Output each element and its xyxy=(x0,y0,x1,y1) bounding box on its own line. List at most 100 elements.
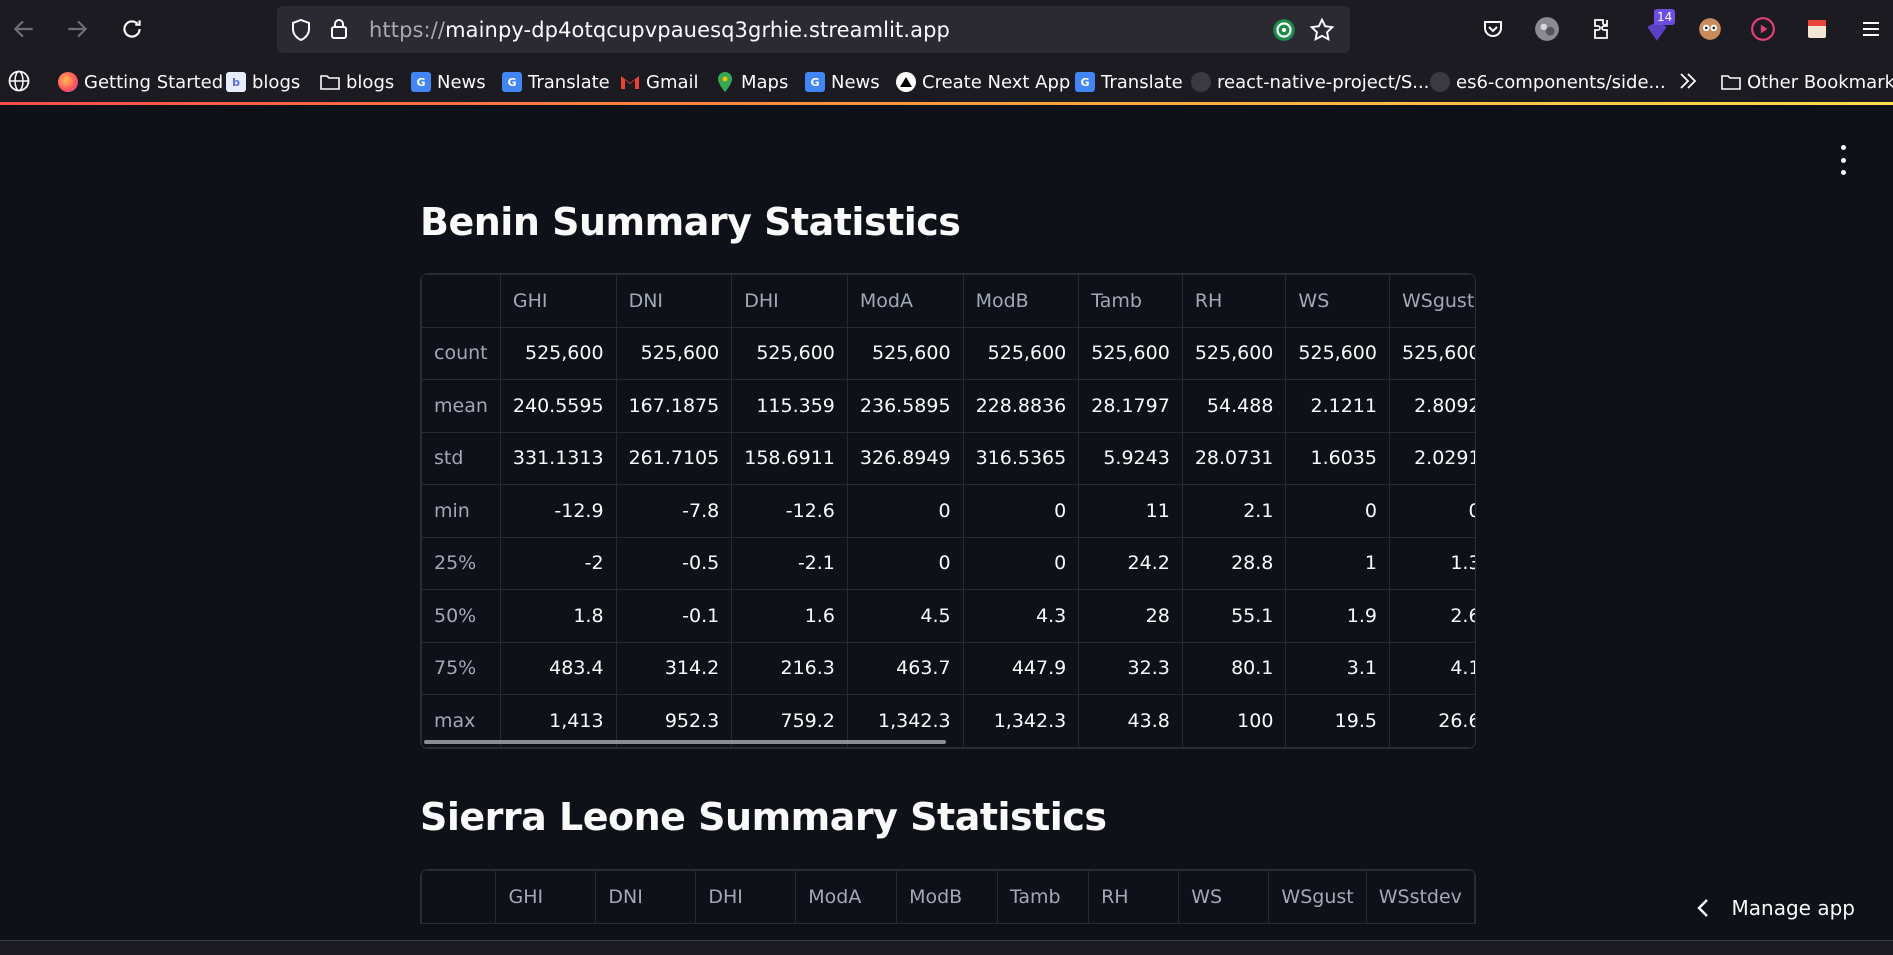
column-header-cell[interactable]: GHI xyxy=(499,274,617,328)
column-header-cell[interactable]: WSgust xyxy=(1388,274,1475,328)
table-cell[interactable]: 28 xyxy=(1078,589,1183,643)
table-cell[interactable]: 26.6 xyxy=(1388,694,1475,748)
index-header-cell[interactable] xyxy=(421,274,501,328)
table-cell[interactable]: 236.5895 xyxy=(846,379,964,433)
table-cell[interactable]: 240.5595 xyxy=(499,379,617,433)
table-cell[interactable]: 1 xyxy=(1285,536,1390,590)
column-header-cell[interactable]: ModA xyxy=(846,274,964,328)
table-cell[interactable]: 326.8949 xyxy=(846,431,964,485)
address-bar[interactable]: https://mainpy-dp4otqcupvpauesq3grhie.st… xyxy=(277,6,1350,53)
ublock-extension-icon[interactable]: 14 xyxy=(1641,9,1676,45)
row-index-cell[interactable]: std xyxy=(421,431,501,485)
table-cell[interactable]: 0 xyxy=(846,536,964,590)
table-cell[interactable]: 28.8 xyxy=(1181,536,1287,590)
table-cell[interactable]: 1.3 xyxy=(1388,536,1475,590)
bookmark-maps[interactable]: Maps xyxy=(715,69,788,95)
table-cell[interactable]: 525,600 xyxy=(731,326,848,380)
table-cell[interactable]: 0 xyxy=(846,484,964,538)
table-cell[interactable]: 1.6 xyxy=(731,589,848,643)
table-cell[interactable]: 447.9 xyxy=(962,641,1080,695)
table-cell[interactable]: -2.1 xyxy=(731,536,848,590)
column-header-cell[interactable]: RH xyxy=(1088,870,1180,924)
tracking-target-icon[interactable] xyxy=(1271,17,1297,47)
bookmark-translate[interactable]: G Translate xyxy=(502,69,610,95)
pocket-icon[interactable] xyxy=(1477,13,1509,45)
table-cell[interactable]: 4.1 xyxy=(1388,641,1475,695)
table-cell[interactable]: -0.1 xyxy=(615,589,733,643)
bookmark-folder-blogs[interactable]: blogs xyxy=(320,69,394,95)
table-cell[interactable]: 525,600 xyxy=(615,326,733,380)
manage-app-button[interactable]: Manage app xyxy=(1696,896,1855,920)
table-cell[interactable]: 261.7105 xyxy=(615,431,733,485)
column-header-cell[interactable]: Tamb xyxy=(1078,274,1183,328)
row-index-cell[interactable]: mean xyxy=(421,379,501,433)
table-cell[interactable]: 1.9 xyxy=(1285,589,1390,643)
row-index-cell[interactable]: min xyxy=(421,484,501,538)
column-header-cell[interactable]: DNI xyxy=(595,870,697,924)
table-cell[interactable]: 0 xyxy=(962,484,1080,538)
bookmark-translate-2[interactable]: G Translate xyxy=(1075,69,1183,95)
table-cell[interactable]: 525,600 xyxy=(1078,326,1183,380)
table-cell[interactable]: 314.2 xyxy=(615,641,733,695)
globe-icon[interactable] xyxy=(7,69,31,97)
table-cell[interactable]: 316.5365 xyxy=(962,431,1080,485)
bookmark-other-bookmarks[interactable]: Other Bookmarks xyxy=(1721,69,1893,95)
table-cell[interactable]: 2.8092 xyxy=(1388,379,1475,433)
column-header-cell[interactable]: WS xyxy=(1178,870,1270,924)
account-avatar-icon[interactable] xyxy=(1531,13,1563,45)
table-cell[interactable]: 167.1875 xyxy=(615,379,733,433)
bookmark-es6-components[interactable]: es6-components/side... xyxy=(1430,69,1666,95)
table-cell[interactable]: 525,600 xyxy=(1181,326,1287,380)
extensions-icon[interactable] xyxy=(1586,13,1618,45)
table-cell[interactable]: 32.3 xyxy=(1078,641,1183,695)
play-extension-icon[interactable] xyxy=(1747,13,1779,45)
table-cell[interactable]: 525,600 xyxy=(499,326,617,380)
main-menu-kebab-icon[interactable] xyxy=(1833,145,1853,175)
dataframe-sierra-leone[interactable]: GHI DNI DHI ModA ModB Tamb RH WS WSgust WSstdev xyxy=(420,869,1476,924)
column-header-cell[interactable]: WSstdev xyxy=(1365,870,1475,924)
table-cell[interactable]: 2.6 xyxy=(1388,589,1475,643)
table-cell[interactable]: 4.3 xyxy=(962,589,1080,643)
bookmark-getting-started[interactable]: Getting Started xyxy=(58,69,223,95)
reload-button[interactable] xyxy=(116,13,148,45)
menu-hamburger-icon[interactable] xyxy=(1855,13,1887,45)
row-index-cell[interactable]: count xyxy=(421,326,501,380)
table-cell[interactable]: 158.6911 xyxy=(731,431,848,485)
shield-icon[interactable] xyxy=(289,18,313,46)
table-cell[interactable]: -2 xyxy=(499,536,617,590)
column-header-cell[interactable]: WS xyxy=(1285,274,1390,328)
table-cell[interactable]: 2.1 xyxy=(1181,484,1287,538)
row-index-cell[interactable]: 25% xyxy=(421,536,501,590)
table-cell[interactable]: 11 xyxy=(1078,484,1183,538)
bookmark-news-2[interactable]: G News xyxy=(805,69,880,95)
column-header-cell[interactable]: Tamb xyxy=(996,870,1090,924)
table-cell[interactable]: 5.9243 xyxy=(1078,431,1183,485)
horizontal-scrollbar[interactable] xyxy=(424,739,946,744)
table-cell[interactable]: 483.4 xyxy=(499,641,617,695)
column-header-cell[interactable]: WSgust xyxy=(1268,870,1367,924)
table-cell[interactable]: 2.0291 xyxy=(1388,431,1475,485)
bookmark-react-native-project[interactable]: react-native-project/S... xyxy=(1191,69,1429,95)
table-cell[interactable]: 54.488 xyxy=(1181,379,1287,433)
table-cell[interactable]: 216.3 xyxy=(731,641,848,695)
forward-button[interactable] xyxy=(61,13,93,45)
table-cell[interactable]: 525,600 xyxy=(1285,326,1390,380)
dataframe-benin[interactable]: GHIDNIDHIModAModBTambRHWSWSgustWSstdev c… xyxy=(420,273,1476,749)
table-cell[interactable]: 24.2 xyxy=(1078,536,1183,590)
table-cell[interactable]: 228.8836 xyxy=(962,379,1080,433)
column-header-cell[interactable]: DNI xyxy=(615,274,733,328)
table-cell[interactable]: 80.1 xyxy=(1181,641,1287,695)
table-cell[interactable]: 463.7 xyxy=(846,641,964,695)
table-cell[interactable]: 0 xyxy=(1285,484,1390,538)
column-header-cell[interactable]: DHI xyxy=(695,870,797,924)
column-header-cell[interactable]: GHI xyxy=(495,870,597,924)
table-cell[interactable]: 1,342.3 xyxy=(962,694,1080,748)
table-cell[interactable]: 525,600 xyxy=(1388,326,1475,380)
table-cell[interactable]: -7.8 xyxy=(615,484,733,538)
table-cell[interactable]: 0 xyxy=(962,536,1080,590)
chevron-double-right-icon[interactable] xyxy=(1676,69,1700,97)
row-index-cell[interactable]: 50% xyxy=(421,589,501,643)
column-header-cell[interactable]: DHI xyxy=(731,274,848,328)
table-cell[interactable]: 43.8 xyxy=(1078,694,1183,748)
column-header-cell[interactable]: RH xyxy=(1181,274,1287,328)
